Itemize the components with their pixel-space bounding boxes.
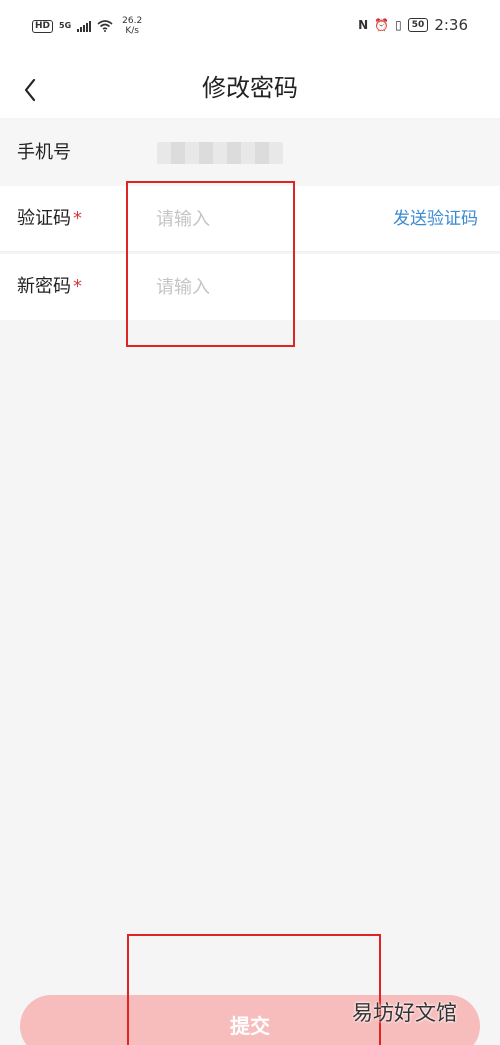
phone-number-masked [157, 142, 283, 164]
code-row: 验证码* 发送验证码 [0, 186, 500, 252]
battery-icon: 50 [407, 18, 429, 32]
nav-bar: 修改密码 [0, 58, 500, 118]
phone-label: 手机号 [17, 142, 71, 163]
speed-unit: K/s [125, 26, 139, 36]
password-row: 新密码 * [0, 254, 500, 320]
required-mark: * [73, 208, 82, 229]
page-title: 修改密码 [202, 74, 298, 102]
signal-icon [77, 20, 92, 32]
new-password-input[interactable] [156, 268, 356, 306]
network-speed: 26.2 K/s [119, 16, 145, 36]
wifi-icon [97, 20, 113, 32]
watermark: 易坊好文馆 [352, 1001, 457, 1025]
code-label: 验证码 * [17, 186, 82, 252]
nfc-icon: N [358, 18, 369, 32]
send-code-button[interactable]: 发送验证码 [393, 186, 478, 252]
network-type-label: 5G [59, 21, 72, 30]
clock: 2:36 [434, 16, 468, 34]
status-right: N ⏰ ▯ 50 2:36 [358, 16, 468, 34]
password-label-text: 新密码 [17, 276, 71, 297]
password-label: 新密码 * [17, 254, 82, 320]
verification-code-input[interactable] [156, 200, 356, 238]
phone-row: 手机号 [0, 120, 500, 186]
required-mark: * [73, 276, 82, 297]
status-bar: HD 5G 26.2 K/s N ⏰ ▯ 50 2:36 [0, 0, 500, 58]
hd-icon: HD [32, 19, 54, 33]
status-left: HD 5G 26.2 K/s [32, 16, 145, 36]
code-label-text: 验证码 [17, 208, 71, 229]
vibrate-icon: ▯ [395, 18, 402, 32]
speed-value: 26.2 [122, 16, 143, 26]
alarm-icon: ⏰ [374, 18, 390, 32]
